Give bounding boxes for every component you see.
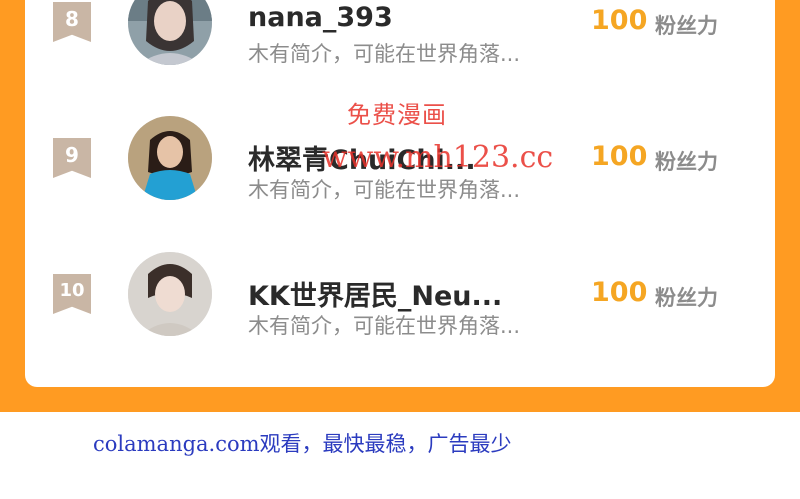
user-avatar[interactable] [128, 252, 212, 336]
user-bio: 木有简介，可能在世界角落... [248, 42, 521, 66]
fan-count: 100 [591, 141, 648, 172]
user-bio: 木有简介，可能在世界角落... [248, 178, 521, 202]
avatar-image [128, 116, 212, 200]
leaderboard-row[interactable]: 10 KK世界居民_Neu... 木有简介，可能在世界角落... 100 粉丝力 [25, 251, 775, 361]
fan-count: 100 [591, 5, 648, 36]
fan-count: 100 [591, 277, 648, 308]
user-name[interactable]: KK世界居民_Neu... [248, 274, 502, 313]
footer-notice: colamanga.com观看，最快最稳，广告最少 [93, 432, 512, 456]
user-name[interactable]: nana_393 [248, 2, 393, 33]
user-avatar[interactable] [128, 116, 212, 200]
watermark-line-2: www.mh123.cc [322, 140, 554, 175]
watermark-line-1: 免费漫画 [347, 101, 447, 129]
avatar-image [128, 252, 212, 336]
leaderboard-card: 8 nana_393 木有简介，可能在世界角落... 100 粉丝力 9 林翠青… [25, 0, 775, 387]
rank-badge: 10 [53, 274, 91, 314]
fan-unit-label: 粉丝力 [655, 150, 718, 174]
rank-badge: 8 [53, 2, 91, 42]
user-avatar[interactable] [128, 0, 212, 65]
leaderboard-row[interactable]: 8 nana_393 木有简介，可能在世界角落... 100 粉丝力 [25, 0, 775, 90]
user-bio: 木有简介，可能在世界角落... [248, 314, 521, 338]
rank-badge: 9 [53, 138, 91, 178]
fan-unit-label: 粉丝力 [655, 14, 718, 38]
avatar-image [128, 0, 212, 65]
orange-frame: 8 nana_393 木有简介，可能在世界角落... 100 粉丝力 9 林翠青… [0, 0, 800, 412]
fan-unit-label: 粉丝力 [655, 286, 718, 310]
